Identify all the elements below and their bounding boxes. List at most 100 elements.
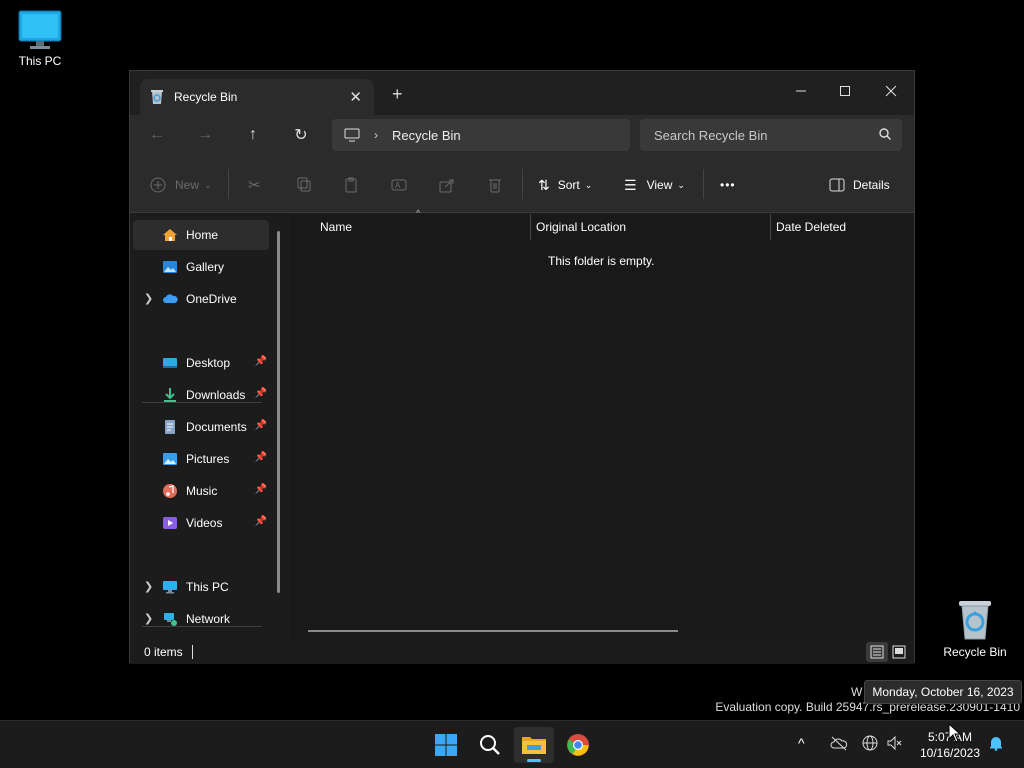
scissors-icon: ✂ <box>248 177 261 194</box>
sidebar-item-pictures[interactable]: Pictures 📌 <box>133 444 269 474</box>
column-label: Name <box>320 220 353 234</box>
desktop-icon-recycle-bin[interactable]: Recycle Bin <box>935 597 1015 659</box>
rename-button[interactable]: A <box>391 173 407 197</box>
monitor-icon <box>163 581 177 594</box>
column-divider[interactable] <box>530 214 531 240</box>
music-icon <box>163 484 177 498</box>
notifications-button[interactable] <box>988 735 1004 754</box>
chevron-right-icon[interactable]: ❯ <box>144 292 153 305</box>
view-button[interactable]: ☰ View ⌄ <box>624 173 685 197</box>
toolbar-divider <box>228 169 229 199</box>
up-button[interactable]: ↑ <box>239 123 267 147</box>
sidebar-item-gallery[interactable]: Gallery <box>133 252 269 282</box>
chevron-right-icon[interactable]: ❯ <box>144 580 153 593</box>
column-header-original-location[interactable]: Original Location <box>536 214 626 240</box>
sidebar-item-music[interactable]: Music 📌 <box>133 476 269 506</box>
new-button[interactable]: New ⌄ <box>150 173 212 197</box>
share-button[interactable] <box>439 173 455 197</box>
refresh-button[interactable]: ↻ <box>287 123 315 147</box>
address-field[interactable]: › Recycle Bin <box>332 119 630 151</box>
details-pane-icon <box>829 178 845 192</box>
toolbar-divider <box>703 169 704 199</box>
new-label: New <box>175 178 200 192</box>
details-view-toggle[interactable] <box>866 642 888 662</box>
folder-icon <box>522 737 546 754</box>
sidebar-item-this-pc[interactable]: ❯ This PC <box>133 572 269 602</box>
column-divider[interactable] <box>770 214 771 240</box>
sort-button[interactable]: ⇅ Sort ⌄ <box>538 173 592 197</box>
gallery-icon <box>163 261 177 273</box>
back-button[interactable]: ← <box>143 123 171 147</box>
tab-recycle-bin[interactable]: Recycle Bin ✕ <box>140 79 374 115</box>
sort-icon: ⇅ <box>538 176 550 193</box>
details-pane-button[interactable]: Details <box>829 173 890 197</box>
search-input[interactable]: Search Recycle Bin <box>640 119 902 151</box>
sidebar-label: Home <box>186 228 219 242</box>
minimize-button[interactable] <box>778 77 824 105</box>
cloud-off-icon <box>830 736 848 751</box>
volume-muted-icon[interactable] <box>886 735 904 754</box>
sidebar-item-downloads[interactable]: Downloads 📌 <box>133 380 269 410</box>
home-icon <box>163 229 177 241</box>
file-list: Name ^ Original Location Date Deleted Th… <box>290 208 914 640</box>
maximize-button[interactable] <box>822 77 868 105</box>
monitor-small-icon <box>344 128 360 142</box>
sidebar-item-home[interactable]: Home <box>133 220 269 250</box>
close-tab-icon[interactable]: ✕ <box>349 88 362 106</box>
horizontal-scrollbar[interactable] <box>308 630 678 632</box>
sidebar-item-documents[interactable]: Documents 📌 <box>133 412 269 442</box>
chevron-down-icon: ⌄ <box>204 179 212 190</box>
active-app-indicator <box>527 759 541 762</box>
show-hidden-icons-chevron[interactable]: ^ <box>798 735 805 751</box>
close-window-button[interactable] <box>868 77 914 105</box>
rename-icon: A <box>391 179 407 191</box>
plus-circle-icon <box>150 177 166 193</box>
delete-button[interactable] <box>487 173 503 197</box>
column-label: Date Deleted <box>776 220 847 234</box>
details-label: Details <box>853 178 890 192</box>
tiles-view-toggle[interactable] <box>888 642 910 662</box>
file-explorer-window: Recycle Bin ✕ + ← → ↑ ↻ › Recycle Bin Se… <box>129 70 915 664</box>
breadcrumb-recycle-bin[interactable]: Recycle Bin <box>392 128 461 143</box>
list-view-icon: ☰ <box>624 176 637 193</box>
paste-button[interactable] <box>343 173 359 197</box>
command-bar: New ⌄ ✂ A ⇅ Sort ⌄ ☰ View ⌄ ••• Details <box>130 155 914 213</box>
status-divider <box>192 645 193 659</box>
pin-icon: 📌 <box>254 516 267 527</box>
sidebar-label: Pictures <box>186 452 230 466</box>
copy-button[interactable] <box>296 173 312 197</box>
address-bar-row: ← → ↑ ↻ › Recycle Bin Search Recycle Bin <box>130 115 914 155</box>
start-button[interactable] <box>426 727 466 763</box>
column-header-date-deleted[interactable]: Date Deleted <box>776 214 846 240</box>
chrome-icon <box>567 734 589 756</box>
search-button[interactable] <box>470 727 510 763</box>
new-tab-button[interactable]: + <box>392 84 403 105</box>
sidebar-item-desktop[interactable]: Desktop 📌 <box>133 348 269 378</box>
details-view-icon <box>870 645 884 659</box>
document-icon <box>165 420 175 434</box>
column-label: Original Location <box>536 220 627 234</box>
sidebar-label: Gallery <box>186 260 225 274</box>
sidebar-item-onedrive[interactable]: ❯ OneDrive <box>133 284 269 314</box>
share-icon <box>439 179 454 193</box>
sidebar-label: This PC <box>186 580 229 594</box>
chevron-right-icon[interactable]: ❯ <box>144 612 153 625</box>
column-header-name[interactable]: Name <box>320 214 352 240</box>
more-options-button[interactable]: ••• <box>720 173 736 197</box>
chrome-taskbar-button[interactable] <box>558 727 598 763</box>
desktop-icon-this-pc[interactable]: This PC <box>0 10 80 68</box>
forward-button[interactable]: → <box>191 123 219 147</box>
trash-icon <box>489 179 501 193</box>
tab-title: Recycle Bin <box>174 90 238 104</box>
network-globe-icon[interactable] <box>862 735 878 754</box>
sidebar-item-network[interactable]: ❯ Network <box>133 604 269 634</box>
cut-button[interactable]: ✂ <box>248 173 261 197</box>
sidebar-label: Downloads <box>186 388 246 402</box>
item-count: 0 items <box>144 645 183 659</box>
sidebar-item-videos[interactable]: Videos 📌 <box>133 508 269 538</box>
onedrive-offline-icon[interactable] <box>830 735 848 754</box>
sidebar-scrollbar[interactable] <box>277 231 280 593</box>
file-explorer-taskbar-button[interactable] <box>514 727 554 763</box>
recycle-bin-icon <box>959 601 991 640</box>
windows-logo-icon <box>435 734 457 756</box>
